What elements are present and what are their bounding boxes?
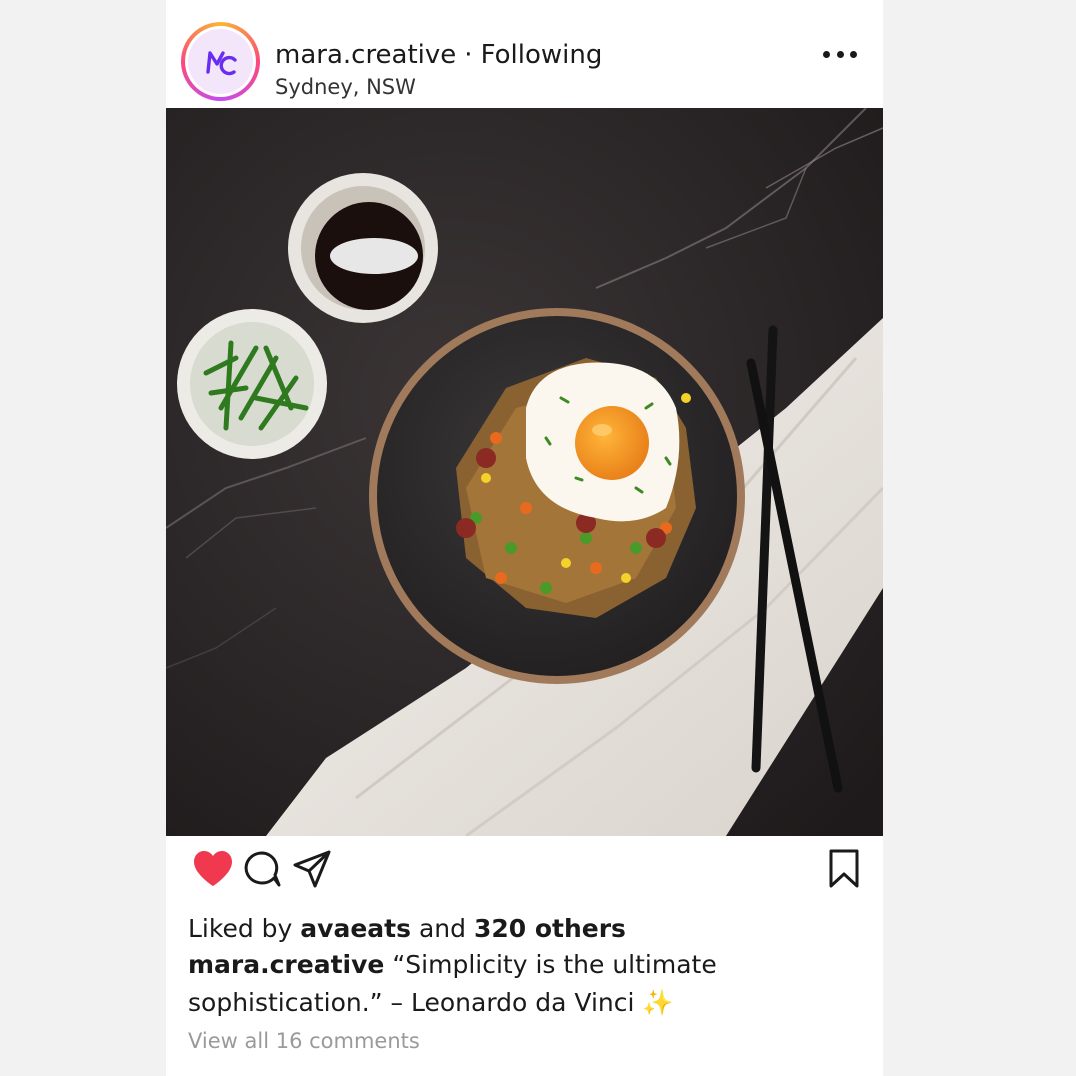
- separator-dot: ·: [464, 40, 473, 70]
- username-link[interactable]: mara.creative: [275, 40, 456, 70]
- likes-count-link[interactable]: 320 others: [474, 914, 626, 943]
- likes-summary: Liked by avaeats and 320 others: [188, 912, 626, 946]
- send-icon[interactable]: [290, 848, 334, 890]
- more-options-icon[interactable]: [823, 40, 857, 68]
- follow-status-button[interactable]: Following: [481, 40, 603, 70]
- bookmark-icon[interactable]: [824, 848, 864, 890]
- location-link[interactable]: Sydney, NSW: [275, 73, 416, 101]
- post-header: mara.creative · Following Sydney, NSW: [166, 0, 883, 108]
- avatar-image: [188, 29, 253, 94]
- avatar[interactable]: [181, 22, 260, 101]
- post-image[interactable]: [166, 108, 883, 836]
- caption: mara.creative “Simplicity is the ultimat…: [188, 946, 848, 1022]
- caption-username-link[interactable]: mara.creative: [188, 950, 384, 979]
- food-photo: [166, 108, 883, 836]
- likes-joiner: and: [418, 914, 466, 943]
- action-bar: [166, 836, 883, 906]
- post-card: mara.creative · Following Sydney, NSW Li…: [166, 0, 883, 1076]
- monogram-logo-icon: [205, 50, 237, 75]
- view-comments-link[interactable]: View all 16 comments: [188, 1026, 420, 1056]
- comment-icon[interactable]: [240, 848, 284, 890]
- liker-username-link[interactable]: avaeats: [300, 914, 411, 943]
- heart-icon[interactable]: [190, 848, 236, 890]
- user-line: mara.creative · Following: [275, 38, 602, 72]
- likes-prefix: Liked by: [188, 914, 293, 943]
